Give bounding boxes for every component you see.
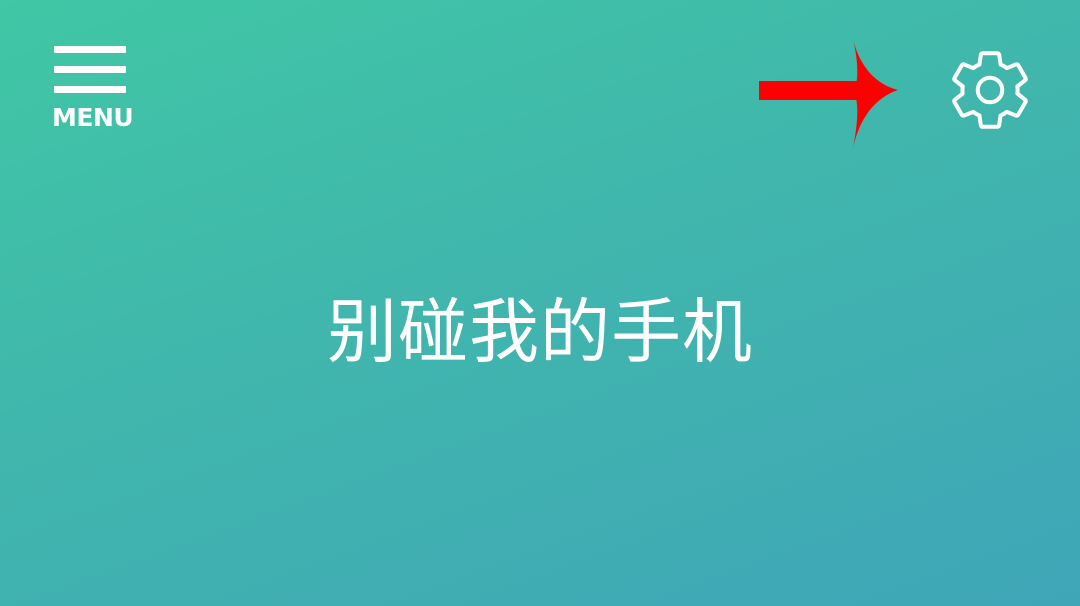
settings-button[interactable] bbox=[944, 44, 1036, 136]
page-title: 别碰我的手机 bbox=[327, 291, 753, 373]
menu-label: MENU bbox=[52, 103, 134, 132]
app-screen: MENU 别碰我的手机 bbox=[0, 0, 1080, 606]
hamburger-bar bbox=[54, 66, 126, 73]
hamburger-bar bbox=[54, 86, 126, 93]
hamburger-icon bbox=[54, 46, 126, 96]
menu-button[interactable]: MENU bbox=[52, 46, 134, 136]
arrow-right-icon bbox=[759, 39, 898, 148]
gear-icon bbox=[952, 51, 1028, 129]
hamburger-bar bbox=[54, 46, 126, 53]
